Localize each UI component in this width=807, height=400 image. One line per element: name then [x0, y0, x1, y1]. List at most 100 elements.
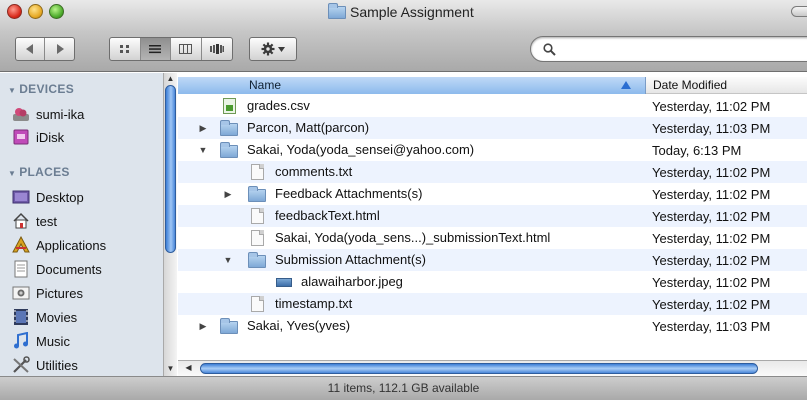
folder-icon — [220, 120, 238, 136]
table-row[interactable]: feedbackText.html Yesterday, 11:02 PM — [178, 205, 807, 227]
column-view-button[interactable] — [171, 38, 202, 60]
name-cell: ▼ Submission Attachment(s) — [178, 249, 646, 271]
spreadsheet-file-icon — [220, 98, 238, 114]
idisk-icon — [12, 128, 30, 146]
finder-window: Sample Assignment ▼ DEVICES sumi-ika iDi… — [0, 0, 807, 400]
sidebar-places-header: PLACES — [19, 165, 70, 179]
sidebar-scroll-thumb[interactable] — [165, 85, 176, 253]
disclosure-collapsed-icon[interactable]: ▶ — [198, 123, 208, 133]
sidebar-item-test[interactable]: test — [12, 210, 162, 232]
table-row[interactable]: timestamp.txt Yesterday, 11:02 PM — [178, 293, 807, 315]
horizontal-scroll-thumb[interactable] — [200, 363, 758, 374]
close-window-button[interactable] — [7, 4, 22, 19]
status-text: 11 items, 112.1 GB available — [327, 381, 480, 395]
music-icon — [12, 331, 30, 350]
sidebar-item-movies[interactable]: Movies — [12, 306, 162, 328]
table-row[interactable]: ▶ Parcon, Matt(parcon) Yesterday, 11:03 PM — [178, 117, 807, 139]
home-icon — [12, 212, 30, 230]
disclosure-expanded-icon[interactable]: ▼ — [198, 145, 208, 155]
user-disk-icon — [12, 105, 30, 123]
name-cell: grades.csv — [178, 95, 646, 117]
folder-icon — [328, 3, 346, 19]
disclosure-collapsed-icon[interactable]: ▶ — [198, 321, 208, 331]
name-cell: alawaiharbor.jpeg — [178, 271, 646, 293]
table-row[interactable]: grades.csv Yesterday, 11:02 PM — [178, 95, 807, 117]
disclosure-triangle-icon: ▼ — [8, 86, 17, 95]
back-button[interactable] — [16, 38, 46, 60]
table-row[interactable]: ▶ Feedback Attachments(s) Yesterday, 11:02… — [178, 183, 807, 205]
documents-icon — [12, 260, 30, 278]
table-row[interactable]: ▶ Sakai, Yves(yves) Yesterday, 11:03 PM — [178, 315, 807, 337]
file-name: timestamp.txt — [275, 296, 353, 311]
sidebar-item-pictures[interactable]: Pictures — [12, 282, 162, 304]
scroll-up-arrow-icon[interactable]: ▲ — [164, 74, 177, 83]
folder-icon — [248, 186, 266, 202]
sort-ascending-icon — [621, 81, 631, 89]
date-modified-cell: Yesterday, 11:03 PM — [652, 120, 771, 136]
toolbar-toggle-button[interactable] — [791, 6, 807, 17]
sidebar-scrollbar[interactable]: ▲ ▼ — [163, 73, 177, 376]
applications-icon — [12, 235, 30, 254]
column-header-date-modified[interactable]: Date Modified — [646, 77, 807, 94]
document-file-icon — [248, 296, 266, 312]
date-modified-cell: Yesterday, 11:03 PM — [652, 318, 771, 334]
column-header-name[interactable]: Name — [178, 77, 646, 94]
sidebar: ▼ DEVICES sumi-ika iDisk ▼ PLACES Desktop — [0, 73, 163, 376]
sidebar-item-documents[interactable]: Documents — [12, 258, 162, 280]
sidebar-item-label: Utilities — [36, 357, 78, 373]
sidebar-item-desktop[interactable]: Desktop — [12, 186, 162, 208]
minimize-window-button[interactable] — [28, 4, 43, 19]
sidebar-item-applications[interactable]: Applications — [12, 234, 162, 256]
disclosure-expanded-icon[interactable]: ▼ — [223, 255, 233, 265]
file-name: Parcon, Matt(parcon) — [247, 120, 370, 135]
image-file-icon — [274, 274, 292, 290]
file-name: Sakai, Yves(yves) — [247, 318, 351, 333]
date-modified-cell: Yesterday, 11:02 PM — [652, 296, 771, 312]
scroll-down-arrow-icon[interactable]: ▼ — [164, 364, 177, 373]
file-name: Sakai, Yoda(yoda_sens...)_submissionText… — [275, 230, 551, 245]
view-mode-control — [109, 37, 233, 61]
sidebar-item-label: test — [36, 213, 57, 229]
sidebar-item-label: iDisk — [36, 129, 65, 145]
sidebar-item-idisk[interactable]: iDisk — [12, 126, 162, 148]
name-cell: comments.txt — [178, 161, 646, 183]
name-cell: ▶ Sakai, Yves(yves) — [178, 315, 646, 337]
date-modified-cell: Today, 6:13 PM — [652, 142, 742, 158]
date-modified-cell: Yesterday, 11:02 PM — [652, 98, 771, 114]
table-row[interactable]: ▼ Submission Attachment(s) Yesterday, 11:0… — [178, 249, 807, 271]
desktop-icon — [12, 188, 30, 206]
scroll-left-arrow-icon[interactable]: ◀ — [182, 363, 195, 372]
icon-view-icon — [119, 45, 129, 53]
sidebar-item-utilities[interactable]: Utilities — [12, 354, 162, 376]
sidebar-item-label: Desktop — [36, 189, 84, 205]
horizontal-scrollbar[interactable]: ◀ — [178, 360, 807, 376]
table-row[interactable]: alawaiharbor.jpeg Yesterday, 11:02 PM — [178, 271, 807, 293]
table-row[interactable]: ▼ Sakai, Yoda(yoda_sensei@yahoo.com) Today… — [178, 139, 807, 161]
chevron-down-icon — [278, 46, 285, 52]
sidebar-section-devices[interactable]: ▼ DEVICES — [8, 82, 74, 96]
movies-icon — [12, 308, 30, 326]
coverflow-view-button[interactable] — [202, 38, 232, 60]
window-title: Sample Assignment — [328, 3, 474, 21]
document-file-icon — [248, 208, 266, 224]
file-name: Sakai, Yoda(yoda_sensei@yahoo.com) — [247, 142, 475, 157]
sidebar-section-places[interactable]: ▼ PLACES — [8, 165, 70, 179]
action-menu-button[interactable] — [249, 37, 297, 61]
document-file-icon — [248, 164, 266, 180]
sidebar-item-sumi-ika[interactable]: sumi-ika — [12, 103, 162, 125]
sidebar-item-music[interactable]: Music — [12, 330, 162, 352]
disclosure-collapsed-icon[interactable]: ▶ — [223, 189, 233, 199]
table-row[interactable]: comments.txt Yesterday, 11:02 PM — [178, 161, 807, 183]
zoom-window-button[interactable] — [49, 4, 64, 19]
icon-view-button[interactable] — [110, 38, 141, 60]
search-input[interactable] — [530, 36, 807, 62]
sidebar-item-label: Pictures — [36, 285, 83, 301]
forward-button[interactable] — [45, 38, 74, 60]
list-view-button[interactable] — [140, 38, 171, 60]
name-cell: ▶ Parcon, Matt(parcon) — [178, 117, 646, 139]
table-row[interactable]: Sakai, Yoda(yoda_sens...)_submissionText… — [178, 227, 807, 249]
date-modified-cell: Yesterday, 11:02 PM — [652, 252, 771, 268]
file-name: grades.csv — [247, 98, 310, 113]
date-modified-cell: Yesterday, 11:02 PM — [652, 208, 771, 224]
name-cell: timestamp.txt — [178, 293, 646, 315]
